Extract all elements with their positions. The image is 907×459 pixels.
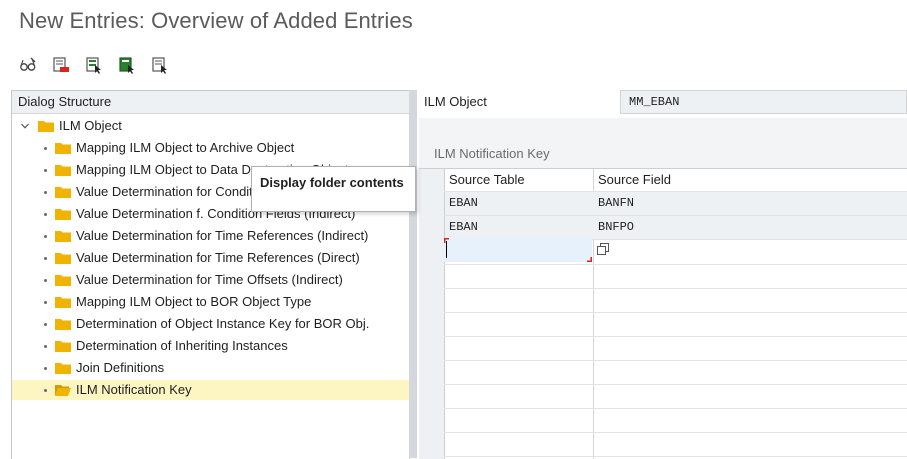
folder-icon: [55, 319, 71, 330]
tree-node-object-instance-key[interactable]: Determination of Object Instance Key for…: [12, 314, 409, 334]
tree-node-bor-object-type[interactable]: Mapping ILM Object to BOR Object Type: [12, 292, 409, 312]
bullet-icon: [44, 278, 47, 282]
folder-icon: [55, 187, 71, 198]
select-all-button[interactable]: [117, 55, 137, 75]
display-change-button[interactable]: [18, 55, 38, 75]
bullet-icon: [44, 146, 47, 150]
tree-node-ilm-notification-key[interactable]: ILM Notification Key: [12, 380, 409, 400]
glasses-icon: [20, 57, 36, 71]
cell-source-table[interactable]: EBAN: [445, 192, 593, 215]
row-divider: [444, 456, 907, 457]
tree-node-inheriting-instances[interactable]: Determination of Inheriting Instances: [12, 336, 409, 356]
deselect-all-button[interactable]: [150, 55, 170, 75]
tree-node-ilm-object[interactable]: ILM Object: [12, 116, 409, 136]
column-header-source-table[interactable]: Source Table: [445, 169, 593, 191]
tree-node-label: ILM Object: [59, 118, 122, 133]
folder-icon: [55, 341, 71, 352]
folder-icon: [55, 297, 71, 308]
tree-node-archive-object[interactable]: Mapping ILM Object to Archive Object: [12, 138, 409, 158]
error-marker-icon: [587, 257, 592, 262]
deselect-all-icon: [152, 57, 167, 74]
bullet-icon: [44, 190, 47, 194]
row-divider: [444, 408, 907, 409]
delete-entry-button[interactable]: [51, 55, 71, 75]
bullet-icon: [44, 366, 47, 370]
folder-icon: [55, 275, 71, 286]
bullet-icon: [44, 344, 47, 348]
column-header-source-field[interactable]: Source Field: [594, 169, 894, 191]
tree-node-label: Determination of Object Instance Key for…: [76, 316, 370, 331]
folder-icon: [55, 363, 71, 374]
folder-icon: [38, 121, 54, 132]
folder-icon: [55, 165, 71, 176]
notification-key-table: Source Table Source Field EBAN BANFN EBA…: [419, 168, 907, 459]
row-divider: [444, 432, 907, 433]
cell-source-field[interactable]: BNFPO: [594, 216, 894, 239]
row-divider: [444, 384, 907, 385]
tree-node-time-references-indirect[interactable]: Value Determination for Time References …: [12, 226, 409, 246]
tree-node-label: Mapping ILM Object to BOR Object Type: [76, 294, 312, 309]
tree-node-join-definitions[interactable]: Join Definitions: [12, 358, 409, 378]
chevron-down-icon[interactable]: [20, 121, 30, 131]
row-divider: [444, 336, 907, 337]
group-title: ILM Notification Key: [434, 146, 550, 161]
row-selector-column[interactable]: [419, 169, 445, 459]
tree-node-label: Mapping ILM Object to Archive Object: [76, 140, 295, 155]
text-cursor-icon: [446, 241, 447, 258]
bullet-icon: [44, 256, 47, 260]
tree-node-label: Value Determination for Time References …: [76, 250, 360, 265]
row-divider: [444, 312, 907, 313]
bullet-icon: [44, 300, 47, 304]
bullet-icon: [44, 168, 47, 172]
tree-node-label: Value Determination for Time References …: [76, 228, 369, 243]
row-divider: [444, 360, 907, 361]
pane-splitter[interactable]: [409, 90, 417, 458]
cell-source-field[interactable]: BANFN: [594, 192, 894, 215]
tooltip: Display folder contents: [251, 166, 416, 212]
folder-icon: [55, 143, 71, 154]
tree-node-time-references-direct[interactable]: Value Determination for Time References …: [12, 248, 409, 268]
cell-source-table[interactable]: EBAN: [445, 216, 593, 239]
tree-node-time-offsets-indirect[interactable]: Value Determination for Time Offsets (In…: [12, 270, 409, 290]
select-block-icon: [86, 57, 101, 74]
bullet-icon: [44, 322, 47, 326]
open-folder-icon: [55, 385, 71, 396]
bullet-icon: [44, 388, 47, 392]
select-block-button[interactable]: [84, 55, 104, 75]
tree-node-label: Join Definitions: [76, 360, 165, 375]
row-divider: [444, 288, 907, 289]
ilm-object-label: ILM Object: [424, 94, 487, 109]
toolbar: [18, 54, 170, 76]
folder-icon: [55, 231, 71, 242]
bullet-icon: [44, 212, 47, 216]
row-divider: [444, 264, 907, 265]
tree-node-label: ILM Notification Key: [76, 382, 192, 397]
ilm-object-field: MM_EBAN: [620, 90, 907, 114]
source-table-input[interactable]: [444, 238, 592, 262]
page-title: New Entries: Overview of Added Entries: [19, 8, 413, 33]
select-all-icon: [119, 57, 134, 74]
value-help-button[interactable]: [597, 242, 609, 255]
tree-node-label: Value Determination for Time Offsets (In…: [76, 272, 343, 287]
dialog-structure-header: Dialog Structure: [12, 91, 409, 114]
folder-icon: [55, 253, 71, 264]
delete-entry-icon: [53, 57, 69, 72]
tree-node-label: Determination of Inheriting Instances: [76, 338, 288, 353]
bullet-icon: [44, 234, 47, 238]
dialog-structure-pane: Dialog Structure ILM Object Mapping ILM …: [11, 90, 410, 459]
folder-icon: [55, 209, 71, 220]
value-help-icon: [597, 243, 609, 255]
